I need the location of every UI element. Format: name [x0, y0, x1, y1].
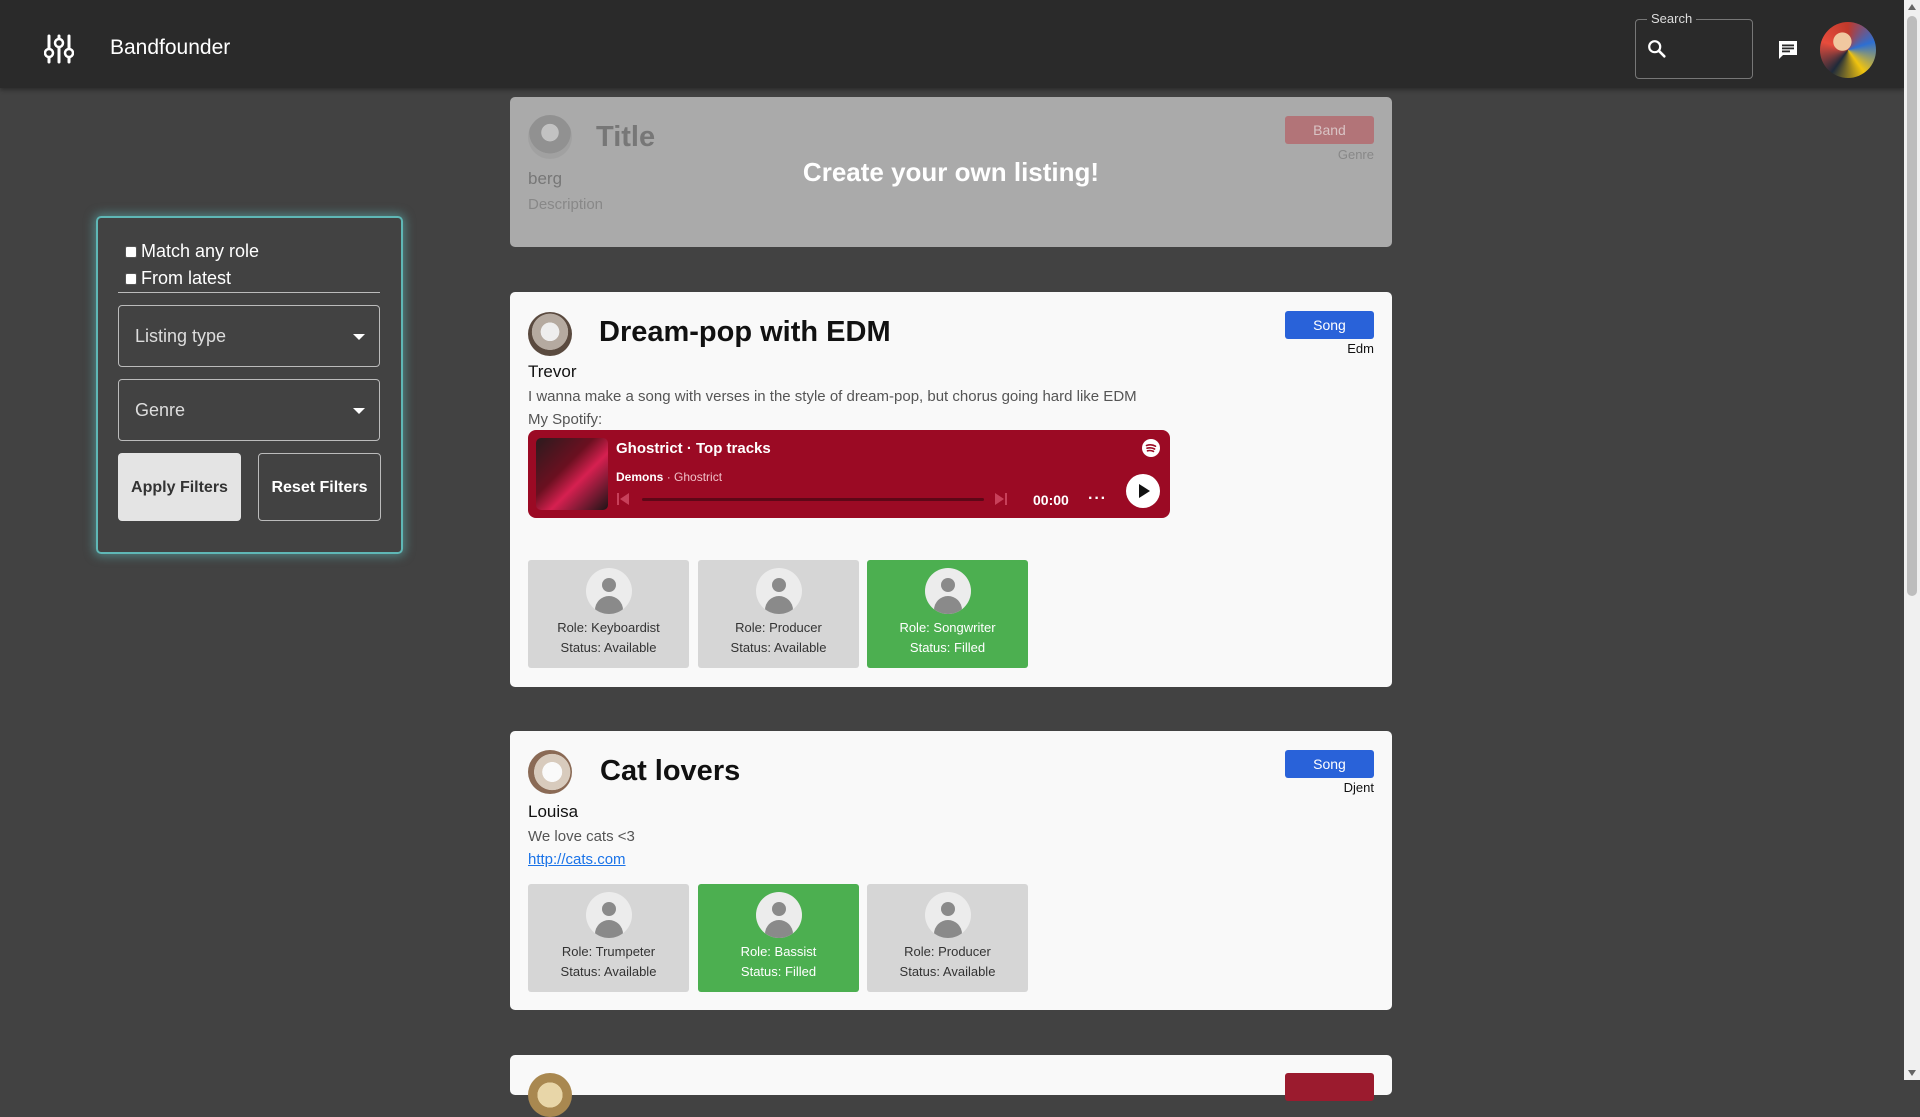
- role-tile[interactable]: Role: Trumpeter Status: Available: [528, 884, 689, 992]
- owner-name[interactable]: Trevor: [528, 362, 577, 382]
- listing-card: Cat lovers Song Djent Louisa We love cat…: [510, 731, 1392, 1010]
- artist-name[interactable]: Ghostrict: [674, 470, 722, 484]
- listing-description: We love cats <3: [528, 828, 635, 845]
- listing-card: [510, 1055, 1392, 1117]
- spotify-logo-icon[interactable]: [1142, 439, 1160, 457]
- filter-divider: [118, 292, 380, 293]
- from-latest-label[interactable]: From latest: [141, 268, 231, 289]
- scroll-thumb[interactable]: [1907, 16, 1917, 596]
- listing-extra-text: My Spotify:: [528, 411, 603, 428]
- genre-text: Djent: [1343, 780, 1374, 795]
- role-tile[interactable]: Role: Producer Status: Available: [698, 560, 859, 668]
- person-icon: [586, 568, 632, 614]
- role-status: Status: Filled: [740, 964, 817, 979]
- type-badge: Band: [1285, 116, 1374, 144]
- scroll-down-arrow-icon[interactable]: [1908, 1070, 1916, 1076]
- role-name: Role: Keyboardist: [557, 620, 660, 635]
- role-name: Role: Producer: [735, 620, 822, 635]
- spotify-embed[interactable]: Ghostrict · Top tracks Demons · Ghostric…: [528, 430, 1170, 518]
- previous-track-icon[interactable]: [616, 492, 630, 506]
- genre-select[interactable]: Genre: [118, 379, 380, 441]
- person-icon: [756, 568, 802, 614]
- from-latest-checkbox[interactable]: [125, 273, 137, 285]
- listing-title: Title: [596, 121, 656, 153]
- top-app-bar: Bandfounder Search: [0, 0, 1904, 88]
- person-icon: [756, 892, 802, 938]
- app-title[interactable]: Bandfounder: [110, 36, 230, 60]
- create-listing-card[interactable]: Title Band Genre berg Description Create…: [510, 97, 1392, 247]
- avatar[interactable]: [528, 312, 572, 356]
- role-status: Status: Available: [560, 964, 657, 979]
- search-icon: [1648, 40, 1666, 58]
- next-track-icon[interactable]: [994, 492, 1008, 506]
- play-button[interactable]: [1126, 474, 1160, 508]
- role-name: Role: Songwriter: [899, 620, 996, 635]
- more-options-icon[interactable]: ···: [1088, 490, 1107, 508]
- avatar: [528, 115, 572, 159]
- track-name[interactable]: Demons: [616, 470, 663, 484]
- avatar[interactable]: [528, 750, 572, 794]
- dropdown-arrow-icon: [353, 408, 365, 414]
- role-tile[interactable]: Role: Bassist Status: Filled: [698, 884, 859, 992]
- listing-type-select[interactable]: Listing type: [118, 305, 380, 367]
- page-scrollbar[interactable]: [1904, 0, 1920, 1080]
- match-any-role-checkbox[interactable]: [125, 246, 137, 258]
- genre-text: Edm: [1347, 341, 1374, 356]
- genre-label: Genre: [135, 400, 186, 420]
- person-icon: [925, 892, 971, 938]
- scroll-up-arrow-icon[interactable]: [1908, 4, 1916, 10]
- spotify-track: Demons · Ghostrict: [616, 470, 723, 484]
- owner-name[interactable]: Louisa: [528, 802, 578, 822]
- role-tile[interactable]: Role: Songwriter Status: Filled: [867, 560, 1028, 668]
- listing-type-label: Listing type: [135, 326, 227, 346]
- tune-sliders-icon[interactable]: [44, 33, 74, 65]
- listing-link[interactable]: http://cats.com: [528, 851, 626, 868]
- progress-bar[interactable]: [642, 498, 984, 501]
- listing-title[interactable]: Cat lovers: [600, 755, 740, 788]
- listing-card: Dream-pop with EDM Song Edm Trevor I wan…: [510, 292, 1392, 687]
- role-tile[interactable]: Role: Producer Status: Available: [867, 884, 1028, 992]
- listing-description: Description: [528, 196, 604, 213]
- album-art[interactable]: [536, 438, 608, 510]
- role-status: Status: Available: [560, 640, 657, 655]
- role-name: Role: Bassist: [740, 944, 817, 959]
- chat-icon[interactable]: [1776, 38, 1800, 62]
- person-icon: [925, 568, 971, 614]
- apply-filters-button[interactable]: Apply Filters: [118, 453, 241, 521]
- search-input[interactable]: [1672, 34, 1746, 64]
- listing-description: I wanna make a song with verses in the s…: [528, 388, 1137, 405]
- listing-title[interactable]: Dream-pop with EDM: [599, 316, 891, 349]
- role-name: Role: Producer: [904, 944, 991, 959]
- role-tile[interactable]: Role: Keyboardist Status: Available: [528, 560, 689, 668]
- role-status: Status: Available: [730, 640, 827, 655]
- dropdown-arrow-icon: [353, 334, 365, 340]
- search-label: Search: [1647, 11, 1697, 26]
- type-badge: Song: [1285, 311, 1374, 339]
- role-name: Role: Trumpeter: [561, 944, 656, 959]
- match-any-role-label[interactable]: Match any role: [141, 241, 259, 262]
- type-badge: Song: [1285, 750, 1374, 778]
- playback-time: 00:00: [1033, 492, 1069, 508]
- type-badge: [1285, 1073, 1374, 1101]
- reset-filters-button[interactable]: Reset Filters: [258, 453, 381, 521]
- create-listing-prompt: Create your own listing!: [802, 157, 1100, 187]
- role-status: Status: Available: [899, 964, 996, 979]
- person-icon: [586, 892, 632, 938]
- role-status: Status: Filled: [909, 640, 986, 655]
- spotify-title[interactable]: Ghostrict · Top tracks: [616, 440, 771, 457]
- user-avatar[interactable]: [1820, 22, 1876, 78]
